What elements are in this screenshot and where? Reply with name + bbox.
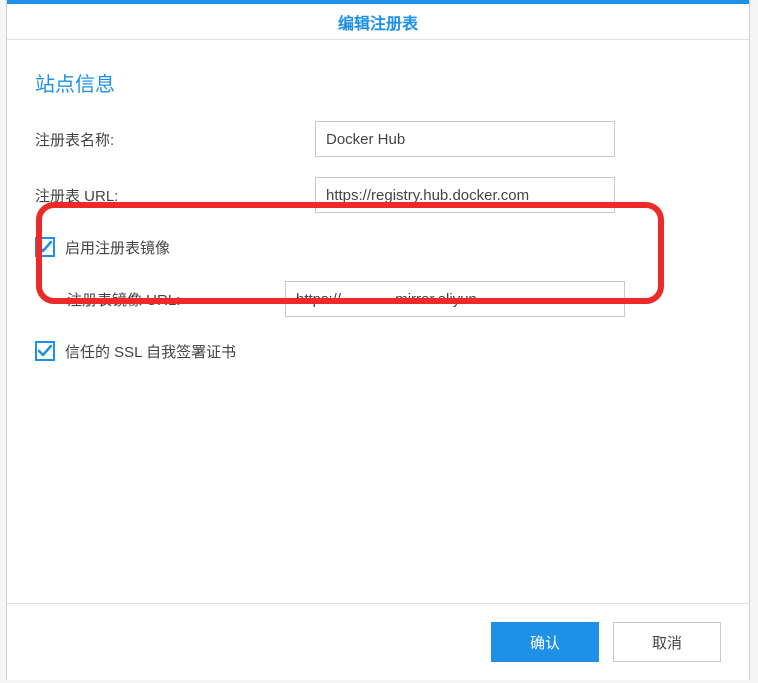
- registry-name-input[interactable]: [315, 121, 615, 157]
- dialog-header: 编辑注册表: [7, 0, 749, 40]
- registry-url-label: 注册表 URL:: [35, 185, 315, 206]
- section-title: 站点信息: [35, 68, 721, 97]
- enable-mirror-label: 启用注册表镜像: [65, 237, 170, 258]
- cancel-button[interactable]: 取消: [613, 622, 721, 662]
- edit-registry-dialog: 编辑注册表 站点信息 注册表名称: 注册表 URL: 启用注册表镜像 注册表镜像…: [6, 0, 750, 680]
- registry-name-row: 注册表名称:: [35, 121, 721, 157]
- registry-url-input[interactable]: [315, 177, 615, 213]
- dialog-title: 编辑注册表: [338, 10, 418, 34]
- checkmark-icon: [37, 343, 53, 359]
- enable-mirror-checkbox[interactable]: [35, 237, 55, 257]
- dialog-footer: 确认 取消: [7, 603, 749, 680]
- mirror-url-row: 注册表镜像 URL:: [67, 281, 721, 317]
- checkmark-icon: [37, 239, 53, 255]
- registry-name-label: 注册表名称:: [35, 129, 315, 150]
- enable-mirror-row: 启用注册表镜像: [35, 233, 721, 261]
- trust-ssl-checkbox[interactable]: [35, 341, 55, 361]
- dialog-body: 站点信息 注册表名称: 注册表 URL: 启用注册表镜像 注册表镜像 URL:: [7, 40, 749, 603]
- trust-ssl-label: 信任的 SSL 自我签署证书: [65, 341, 236, 362]
- mirror-url-input[interactable]: [285, 281, 625, 317]
- ok-button[interactable]: 确认: [491, 622, 599, 662]
- registry-url-row: 注册表 URL:: [35, 177, 721, 213]
- mirror-url-label: 注册表镜像 URL:: [67, 289, 285, 310]
- trust-ssl-row: 信任的 SSL 自我签署证书: [35, 337, 721, 365]
